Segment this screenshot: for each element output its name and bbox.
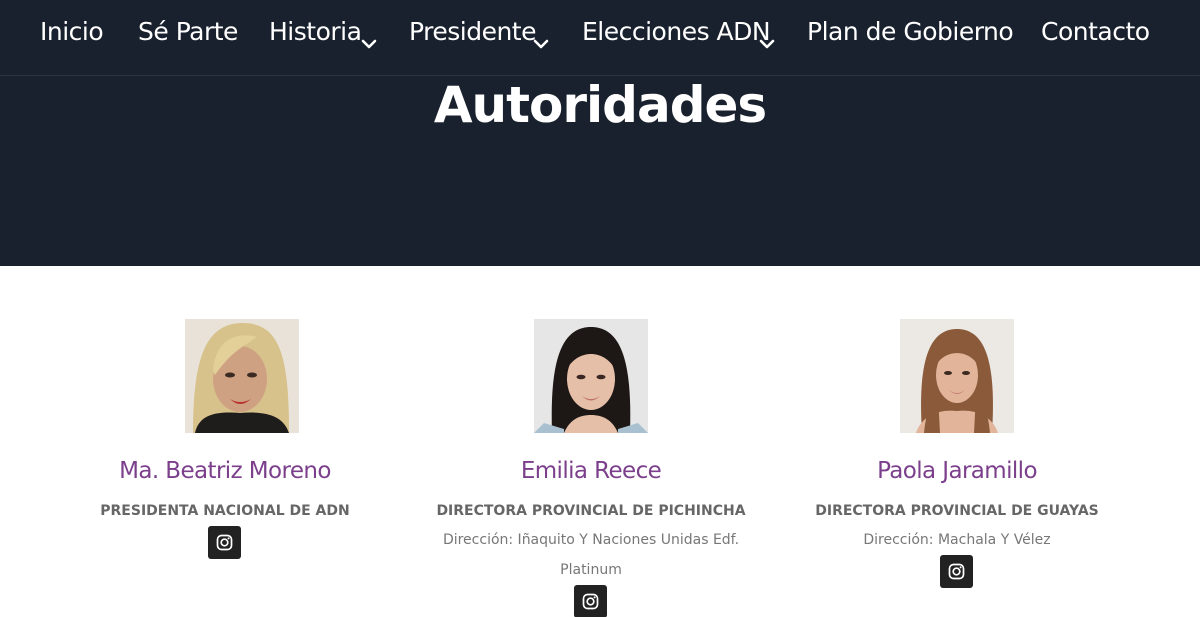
chevron-down-icon[interactable]: [533, 38, 549, 50]
chevron-down-icon[interactable]: [361, 38, 377, 50]
instagram-button[interactable]: [208, 526, 241, 559]
authority-photo: [185, 319, 299, 433]
authority-name: Paola Jaramillo: [877, 458, 1037, 484]
nav-item-historia[interactable]: Historia: [269, 17, 362, 53]
hero-banner: Inicio Sé Parte Historia Presidente Elec…: [0, 0, 1200, 266]
authority-address: Dirección: Machala Y Vélez: [863, 532, 1051, 548]
authority-name: Ma. Beatriz Moreno: [119, 458, 331, 484]
authority-name: Emilia Reece: [520, 458, 662, 484]
authority-role: DIRECTORA PROVINCIAL DE PICHINCHA: [436, 503, 746, 519]
authority-address: Platinum: [560, 562, 622, 578]
page-title: Autoridades: [433, 76, 767, 134]
nav-item-presidente[interactable]: Presidente: [409, 17, 537, 53]
chevron-down-icon[interactable]: [759, 38, 775, 50]
authority-role: PRESIDENTA NACIONAL DE ADN: [100, 503, 350, 519]
instagram-button[interactable]: [940, 555, 973, 588]
authority-role: DIRECTORA PROVINCIAL DE GUAYAS: [815, 503, 1099, 519]
instagram-icon: [216, 534, 233, 551]
instagram-icon: [582, 593, 599, 610]
authority-address: Dirección: Iñaquito Y Naciones Unidas Ed…: [442, 532, 740, 548]
main-navigation: Inicio Sé Parte Historia Presidente Elec…: [0, 0, 1200, 76]
nav-item-se-parte[interactable]: Sé Parte: [138, 17, 238, 53]
nav-item-plan-de-gobierno[interactable]: Plan de Gobierno: [807, 17, 1014, 53]
nav-item-inicio[interactable]: Inicio: [40, 17, 104, 53]
nav-item-elecciones-adn[interactable]: Elecciones ADN: [582, 17, 771, 53]
authority-photo: [534, 319, 648, 433]
authority-photo: [900, 319, 1014, 433]
instagram-icon: [948, 563, 965, 580]
instagram-button[interactable]: [574, 585, 607, 617]
nav-item-contacto[interactable]: Contacto: [1041, 17, 1150, 53]
